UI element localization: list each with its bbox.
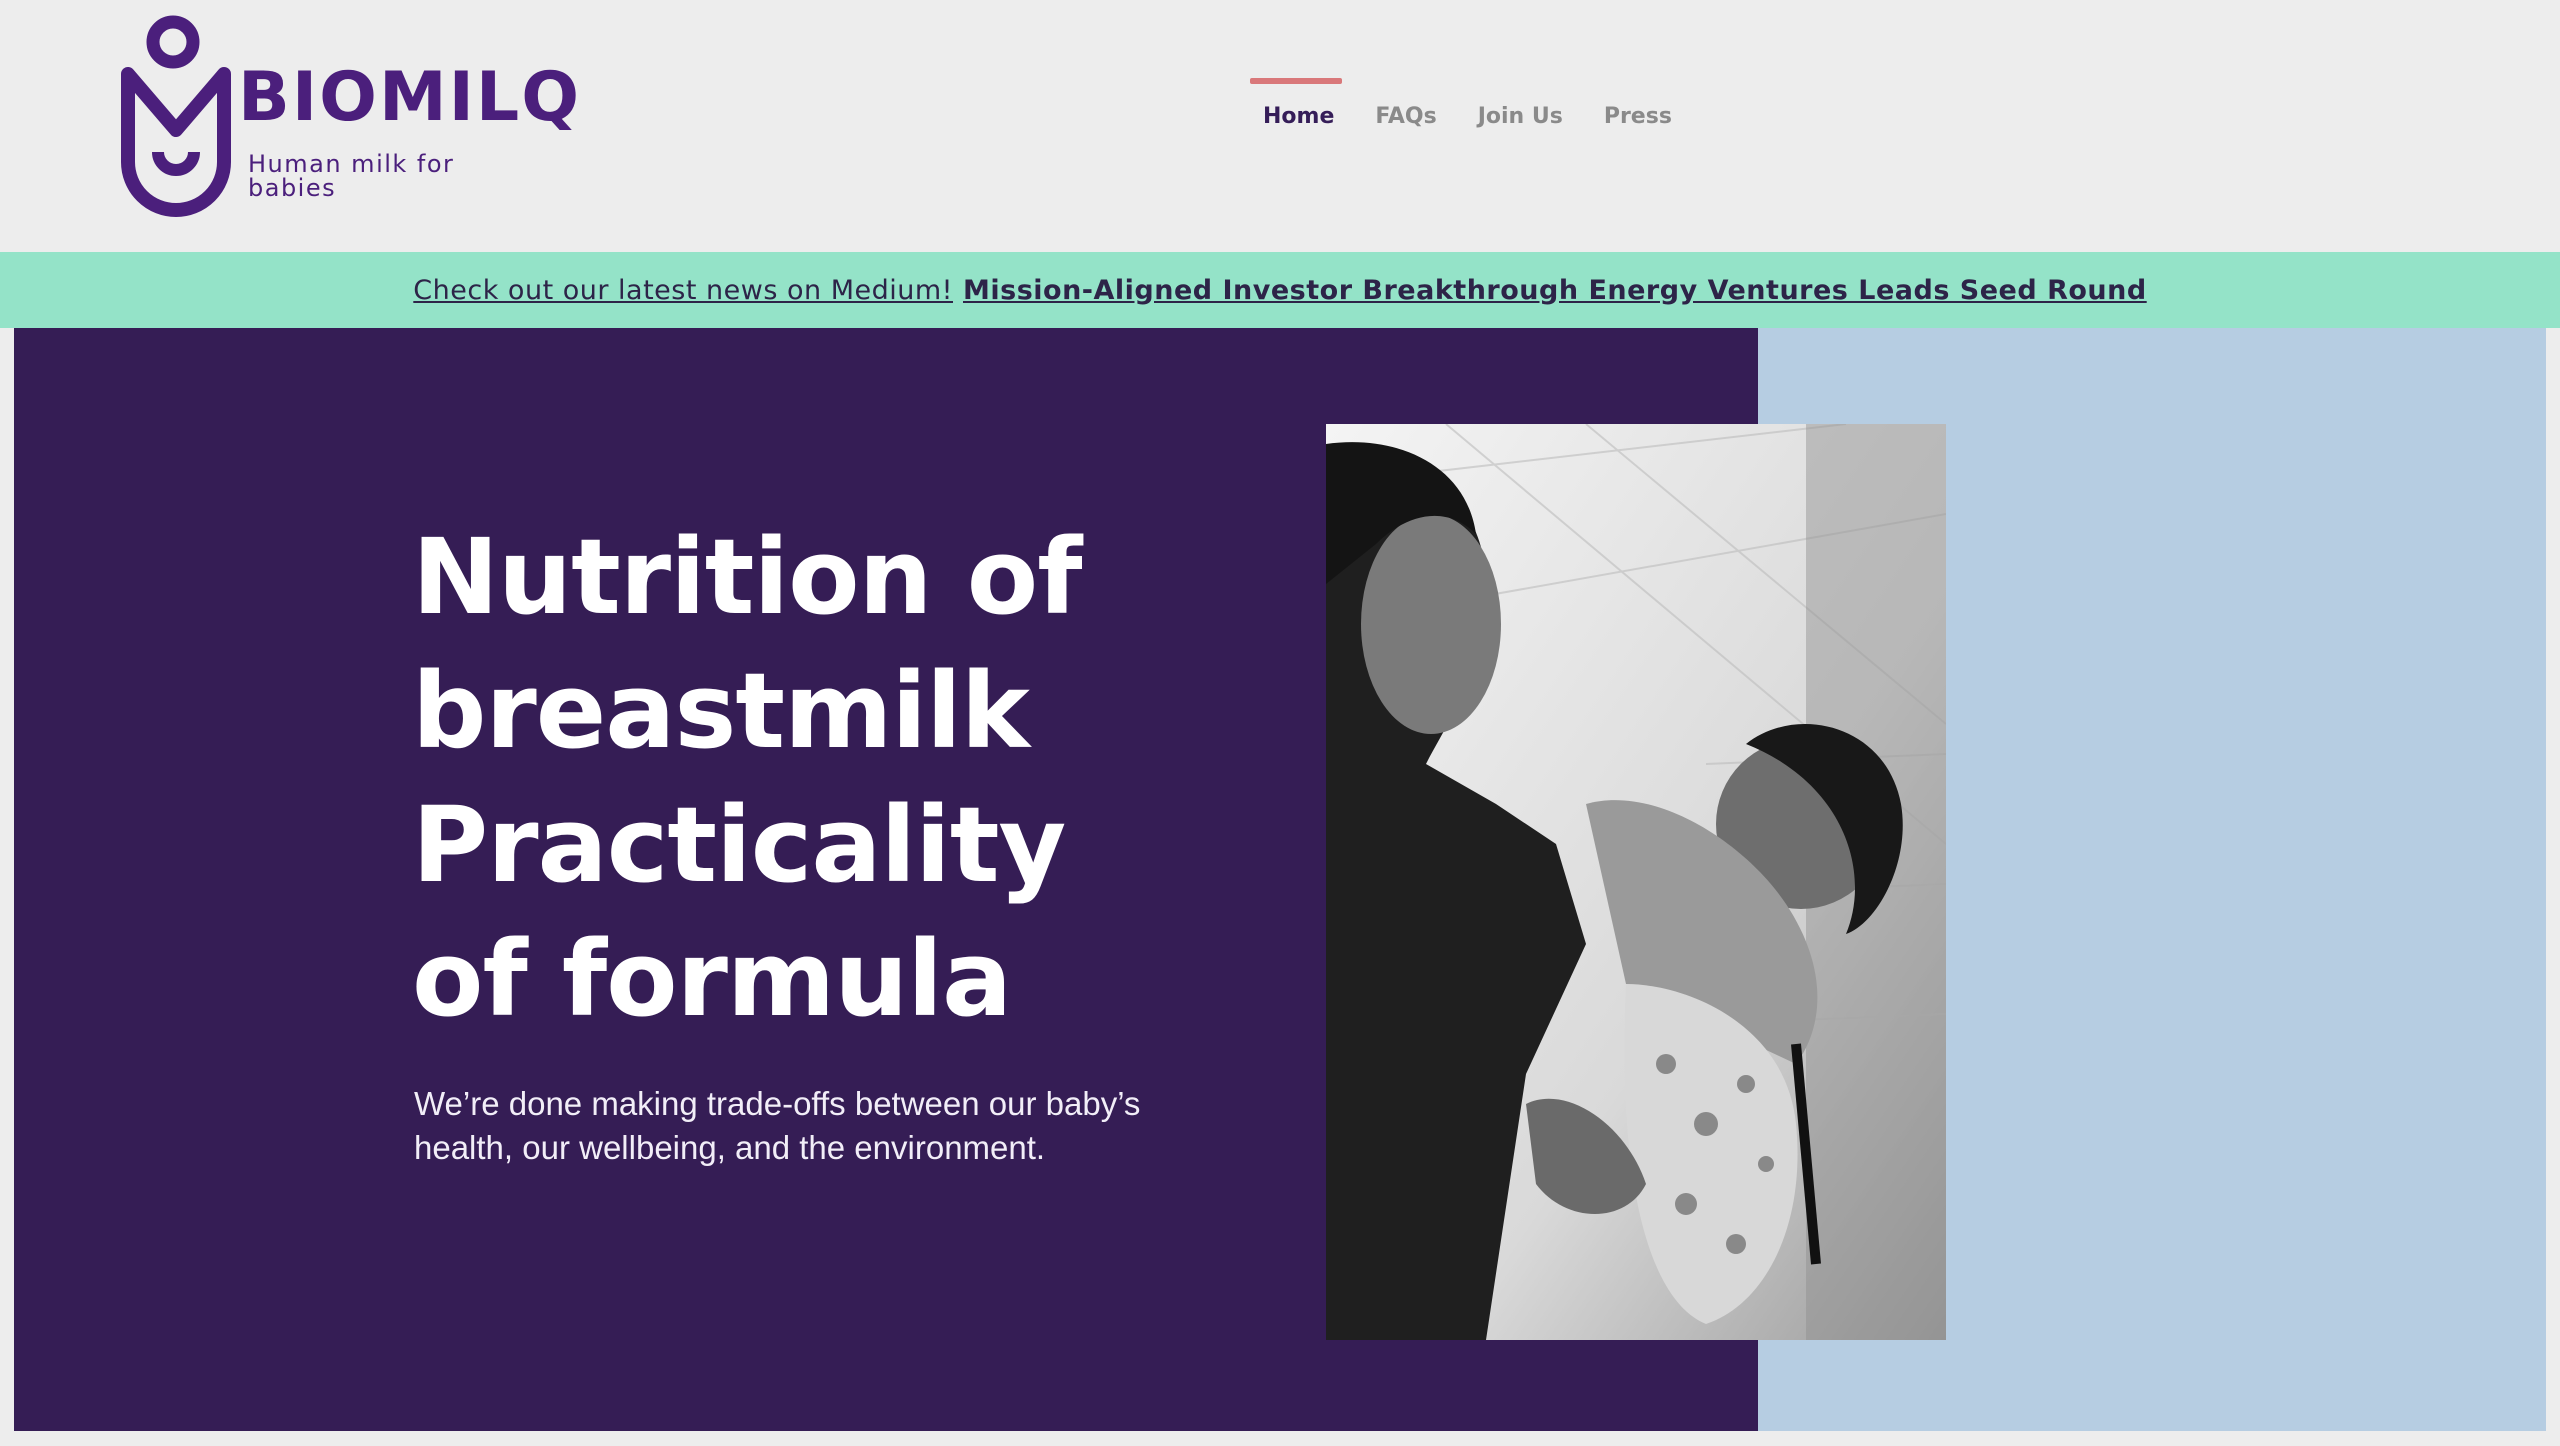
banner-headline-link[interactable]: Mission-Aligned Investor Breakthrough En… — [963, 275, 2147, 306]
nav-item-home[interactable]: Home — [1250, 78, 1362, 138]
hero-title-line: breastmilk — [412, 650, 1030, 772]
hero-subtitle: We’re done making trade-offs between our… — [414, 1085, 1141, 1166]
hero-title-line: of formula — [412, 918, 1012, 1040]
hero-title-line: Practicality — [412, 784, 1066, 906]
hero-title: Nutrition of breastmilk Practicality of … — [412, 510, 1312, 1046]
site-header: BIOMILQ Human milk for babies Home FAQs … — [0, 0, 2560, 252]
nav-item-join-us[interactable]: Join Us — [1465, 78, 1591, 138]
brand-logo[interactable]: BIOMILQ Human milk for babies — [118, 12, 579, 222]
nav-item-faqs[interactable]: FAQs — [1362, 78, 1464, 138]
brand-name: BIOMILQ — [238, 58, 582, 137]
main-nav: Home FAQs Join Us Press — [1250, 78, 1700, 138]
nav-item-press[interactable]: Press — [1591, 78, 1700, 138]
biomilq-logo-icon — [121, 15, 231, 217]
hero-photo — [1326, 424, 1946, 1340]
brand-tagline: Human milk for babies — [248, 150, 455, 202]
announcement-banner: Check out our latest news on Medium! Mis… — [0, 252, 2560, 328]
hero-title-line: Nutrition of — [412, 516, 1082, 638]
mother-child-photo — [1326, 424, 1946, 1340]
banner-lead-link[interactable]: Check out our latest news on Medium! — [413, 275, 953, 306]
